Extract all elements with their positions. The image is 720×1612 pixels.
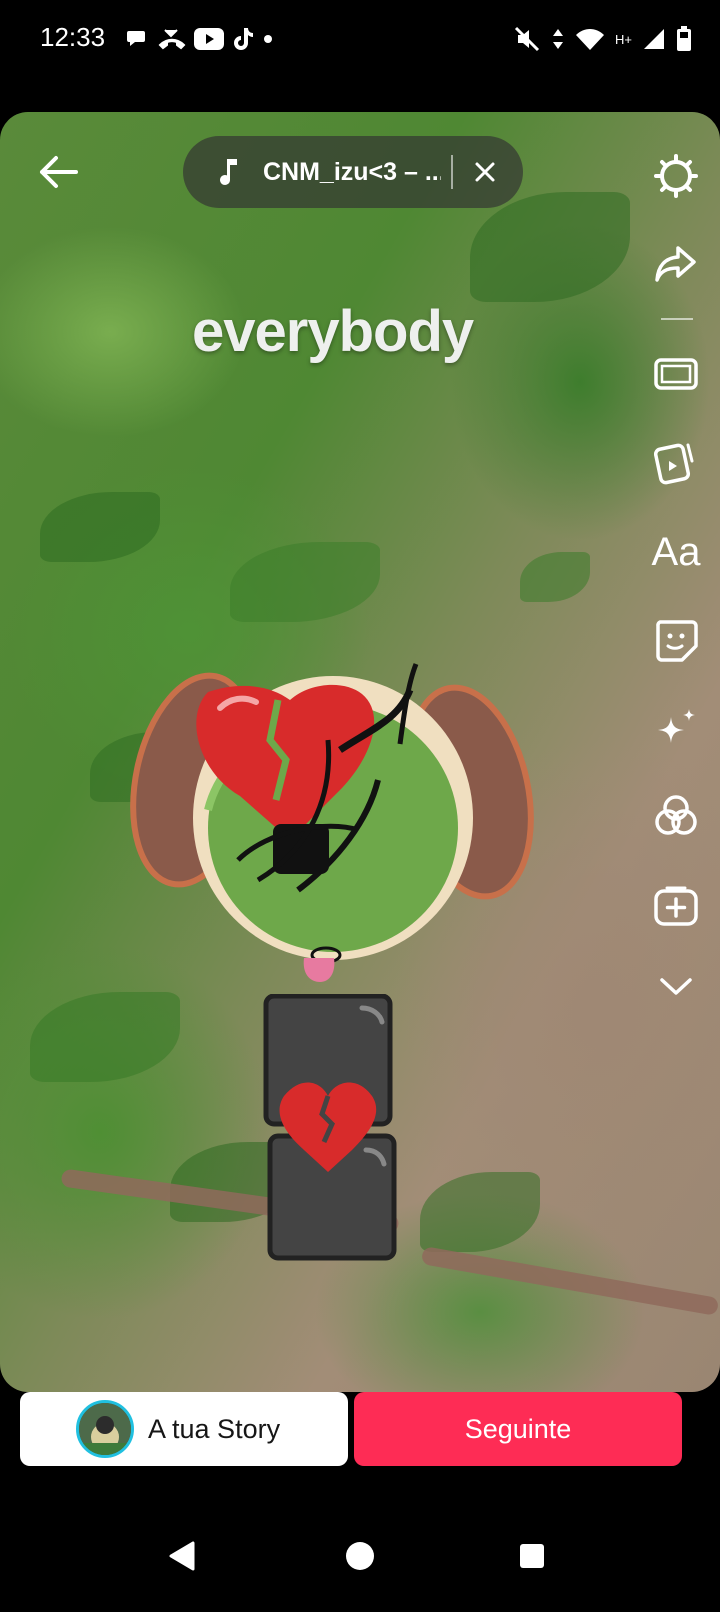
template-card-icon bbox=[654, 443, 694, 485]
wifi-icon bbox=[576, 29, 605, 50]
nav-recents-button[interactable] bbox=[504, 1528, 560, 1584]
text-tool-button[interactable]: Aa bbox=[648, 524, 704, 580]
sticker-face-icon bbox=[656, 620, 698, 662]
add-clip-button[interactable] bbox=[648, 878, 704, 934]
add-clip-icon bbox=[654, 886, 698, 926]
dog-face-sticker[interactable] bbox=[128, 660, 538, 1000]
square-recents-icon bbox=[520, 1544, 544, 1568]
system-icons: H+ bbox=[513, 22, 692, 56]
edit-toolbar: Aa bbox=[630, 112, 720, 1112]
filters-circles-icon bbox=[655, 795, 697, 835]
avatar-image bbox=[79, 1403, 131, 1455]
foliage-shape bbox=[40, 492, 160, 562]
foliage-shape bbox=[420, 1172, 540, 1252]
close-icon bbox=[475, 162, 495, 182]
avatar bbox=[76, 1400, 134, 1458]
signal-icon bbox=[644, 29, 664, 49]
gear-icon bbox=[654, 154, 698, 198]
pipe-shape bbox=[420, 1246, 720, 1316]
share-arrow-icon bbox=[655, 246, 696, 282]
sparkle-icon bbox=[658, 709, 695, 743]
music-note-icon bbox=[220, 159, 237, 185]
data-arrows-icon bbox=[553, 29, 564, 49]
notification-icons bbox=[126, 24, 274, 54]
tiktok-icon bbox=[234, 28, 253, 50]
network-type: H+ bbox=[615, 31, 632, 47]
your-story-button[interactable]: A tua Story bbox=[20, 1392, 348, 1466]
circle-home-icon bbox=[346, 1542, 374, 1570]
battery-icon bbox=[677, 26, 691, 51]
crop-button[interactable] bbox=[648, 346, 704, 402]
status-bar: 12:33 H+ bbox=[0, 0, 720, 80]
chevron-down-icon bbox=[660, 978, 692, 995]
dot-icon bbox=[264, 35, 272, 43]
next-button[interactable]: Seguinte bbox=[354, 1392, 682, 1466]
foliage-shape bbox=[520, 552, 590, 602]
your-story-label: A tua Story bbox=[148, 1413, 281, 1444]
status-time: 12:33 bbox=[40, 22, 106, 52]
crop-frame-icon bbox=[654, 358, 698, 390]
missed-call-icon bbox=[158, 29, 186, 50]
broken-heart-box-sticker[interactable] bbox=[262, 994, 398, 1264]
triangle-back-icon bbox=[169, 1541, 195, 1571]
foliage-shape bbox=[230, 542, 380, 622]
remove-music-button[interactable] bbox=[465, 160, 505, 184]
foliage-shape bbox=[30, 992, 180, 1082]
video-preview[interactable]: CNM_izu<3 – ... everybody Aa bbox=[0, 112, 720, 1392]
settings-button[interactable] bbox=[648, 148, 704, 204]
nav-home-button[interactable] bbox=[332, 1528, 388, 1584]
action-bar: A tua Story Seguinte bbox=[0, 1392, 720, 1492]
templates-button[interactable] bbox=[648, 434, 704, 490]
effects-button[interactable] bbox=[648, 700, 704, 756]
foliage-shape bbox=[470, 192, 630, 302]
nav-back-button[interactable] bbox=[154, 1528, 210, 1584]
chat-bubble-icon bbox=[127, 31, 145, 46]
youtube-icon bbox=[194, 28, 224, 50]
add-music-pill[interactable]: CNM_izu<3 – ... bbox=[183, 136, 523, 208]
more-tools-button[interactable] bbox=[648, 958, 704, 1014]
back-arrow-icon[interactable] bbox=[36, 152, 80, 192]
mute-icon bbox=[514, 26, 540, 52]
toolbar-divider bbox=[661, 318, 693, 320]
filters-button[interactable] bbox=[648, 788, 704, 844]
music-title: CNM_izu<3 – ... bbox=[263, 157, 441, 186]
overlay-text[interactable]: everybody bbox=[192, 298, 474, 365]
system-navigation-bar bbox=[0, 1500, 720, 1612]
pill-divider bbox=[451, 155, 453, 189]
share-button[interactable] bbox=[648, 236, 704, 292]
stickers-button[interactable] bbox=[648, 612, 704, 668]
